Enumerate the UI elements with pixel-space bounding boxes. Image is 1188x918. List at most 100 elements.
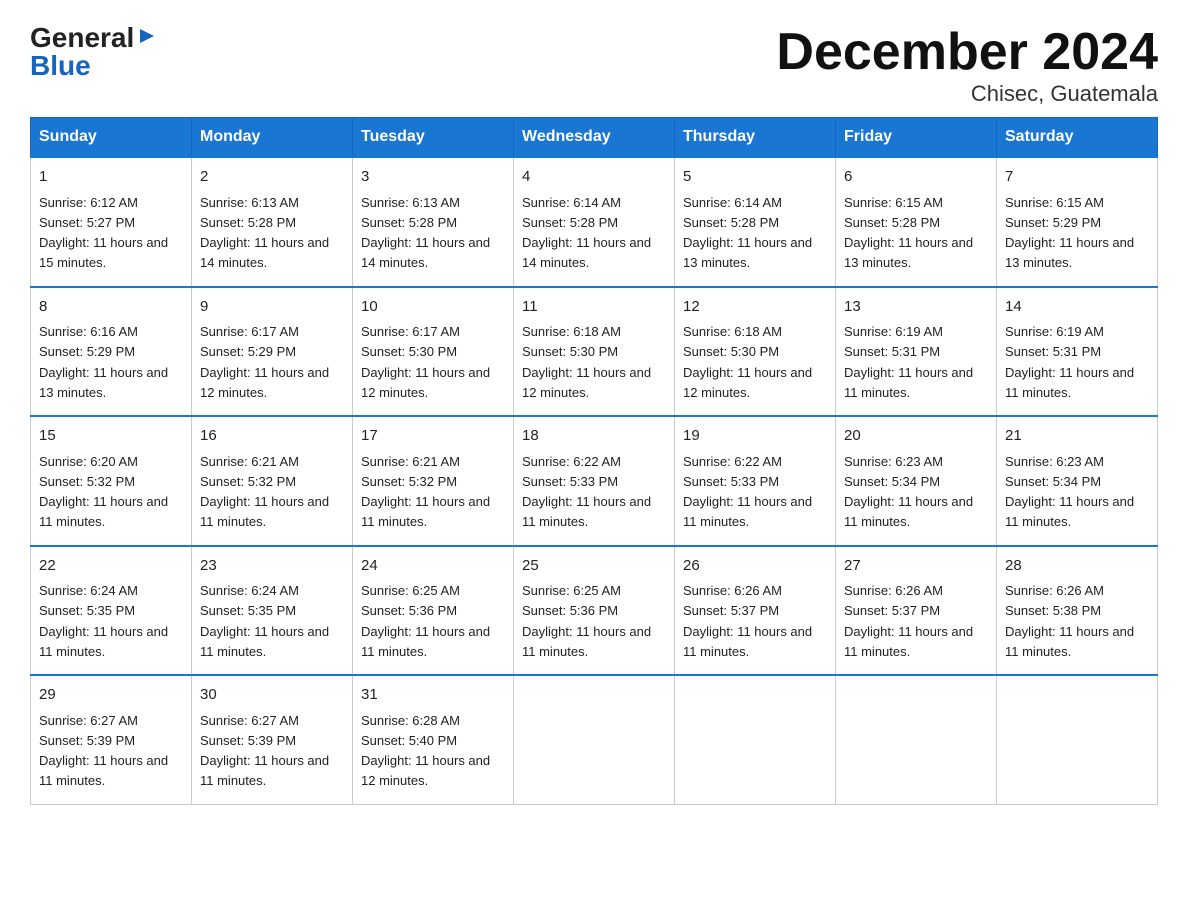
day-number: 31 xyxy=(361,684,505,707)
day-info: Sunrise: 6:16 AMSunset: 5:29 PMDaylight:… xyxy=(39,324,168,400)
day-number: 19 xyxy=(683,425,827,448)
day-info: Sunrise: 6:14 AMSunset: 5:28 PMDaylight:… xyxy=(522,195,651,271)
day-number: 29 xyxy=(39,684,183,707)
col-saturday: Saturday xyxy=(997,118,1158,158)
day-number: 18 xyxy=(522,425,666,448)
calendar-cell: 4 Sunrise: 6:14 AMSunset: 5:28 PMDayligh… xyxy=(514,157,675,287)
day-info: Sunrise: 6:26 AMSunset: 5:37 PMDaylight:… xyxy=(683,583,812,659)
calendar-cell: 24 Sunrise: 6:25 AMSunset: 5:36 PMDaylig… xyxy=(353,546,514,676)
day-number: 30 xyxy=(200,684,344,707)
calendar-cell xyxy=(514,675,675,804)
day-number: 12 xyxy=(683,296,827,319)
day-info: Sunrise: 6:25 AMSunset: 5:36 PMDaylight:… xyxy=(361,583,490,659)
day-info: Sunrise: 6:26 AMSunset: 5:38 PMDaylight:… xyxy=(1005,583,1134,659)
day-number: 16 xyxy=(200,425,344,448)
day-number: 4 xyxy=(522,166,666,189)
calendar-cell: 22 Sunrise: 6:24 AMSunset: 5:35 PMDaylig… xyxy=(31,546,192,676)
calendar-cell: 23 Sunrise: 6:24 AMSunset: 5:35 PMDaylig… xyxy=(192,546,353,676)
calendar-cell: 19 Sunrise: 6:22 AMSunset: 5:33 PMDaylig… xyxy=(675,416,836,546)
day-number: 5 xyxy=(683,166,827,189)
calendar-cell: 1 Sunrise: 6:12 AMSunset: 5:27 PMDayligh… xyxy=(31,157,192,287)
day-info: Sunrise: 6:26 AMSunset: 5:37 PMDaylight:… xyxy=(844,583,973,659)
calendar-cell: 15 Sunrise: 6:20 AMSunset: 5:32 PMDaylig… xyxy=(31,416,192,546)
day-number: 27 xyxy=(844,555,988,578)
calendar-cell: 11 Sunrise: 6:18 AMSunset: 5:30 PMDaylig… xyxy=(514,287,675,417)
calendar-cell: 3 Sunrise: 6:13 AMSunset: 5:28 PMDayligh… xyxy=(353,157,514,287)
col-thursday: Thursday xyxy=(675,118,836,158)
day-number: 7 xyxy=(1005,166,1149,189)
day-info: Sunrise: 6:13 AMSunset: 5:28 PMDaylight:… xyxy=(200,195,329,271)
calendar-cell: 9 Sunrise: 6:17 AMSunset: 5:29 PMDayligh… xyxy=(192,287,353,417)
day-number: 6 xyxy=(844,166,988,189)
day-number: 1 xyxy=(39,166,183,189)
calendar-cell: 30 Sunrise: 6:27 AMSunset: 5:39 PMDaylig… xyxy=(192,675,353,804)
calendar-table: Sunday Monday Tuesday Wednesday Thursday… xyxy=(30,117,1158,805)
calendar-cell xyxy=(997,675,1158,804)
calendar-cell: 31 Sunrise: 6:28 AMSunset: 5:40 PMDaylig… xyxy=(353,675,514,804)
day-number: 3 xyxy=(361,166,505,189)
day-info: Sunrise: 6:18 AMSunset: 5:30 PMDaylight:… xyxy=(522,324,651,400)
day-info: Sunrise: 6:23 AMSunset: 5:34 PMDaylight:… xyxy=(1005,454,1134,530)
day-info: Sunrise: 6:20 AMSunset: 5:32 PMDaylight:… xyxy=(39,454,168,530)
page-header: General Blue December 2024 Chisec, Guate… xyxy=(30,24,1158,107)
day-info: Sunrise: 6:19 AMSunset: 5:31 PMDaylight:… xyxy=(1005,324,1134,400)
day-info: Sunrise: 6:14 AMSunset: 5:28 PMDaylight:… xyxy=(683,195,812,271)
day-info: Sunrise: 6:21 AMSunset: 5:32 PMDaylight:… xyxy=(361,454,490,530)
calendar-cell: 17 Sunrise: 6:21 AMSunset: 5:32 PMDaylig… xyxy=(353,416,514,546)
calendar-cell: 2 Sunrise: 6:13 AMSunset: 5:28 PMDayligh… xyxy=(192,157,353,287)
logo-triangle-icon xyxy=(136,25,158,47)
day-info: Sunrise: 6:17 AMSunset: 5:29 PMDaylight:… xyxy=(200,324,329,400)
day-info: Sunrise: 6:25 AMSunset: 5:36 PMDaylight:… xyxy=(522,583,651,659)
logo-general-text: General xyxy=(30,24,134,52)
logo-blue-text: Blue xyxy=(30,52,91,80)
day-number: 22 xyxy=(39,555,183,578)
day-number: 25 xyxy=(522,555,666,578)
day-info: Sunrise: 6:18 AMSunset: 5:30 PMDaylight:… xyxy=(683,324,812,400)
calendar-cell: 8 Sunrise: 6:16 AMSunset: 5:29 PMDayligh… xyxy=(31,287,192,417)
calendar-week-4: 22 Sunrise: 6:24 AMSunset: 5:35 PMDaylig… xyxy=(31,546,1158,676)
col-monday: Monday xyxy=(192,118,353,158)
calendar-cell: 13 Sunrise: 6:19 AMSunset: 5:31 PMDaylig… xyxy=(836,287,997,417)
day-number: 26 xyxy=(683,555,827,578)
day-info: Sunrise: 6:23 AMSunset: 5:34 PMDaylight:… xyxy=(844,454,973,530)
calendar-cell: 16 Sunrise: 6:21 AMSunset: 5:32 PMDaylig… xyxy=(192,416,353,546)
calendar-cell: 10 Sunrise: 6:17 AMSunset: 5:30 PMDaylig… xyxy=(353,287,514,417)
day-number: 20 xyxy=(844,425,988,448)
calendar-cell: 21 Sunrise: 6:23 AMSunset: 5:34 PMDaylig… xyxy=(997,416,1158,546)
day-number: 28 xyxy=(1005,555,1149,578)
calendar-cell: 29 Sunrise: 6:27 AMSunset: 5:39 PMDaylig… xyxy=(31,675,192,804)
calendar-cell: 6 Sunrise: 6:15 AMSunset: 5:28 PMDayligh… xyxy=(836,157,997,287)
day-info: Sunrise: 6:27 AMSunset: 5:39 PMDaylight:… xyxy=(39,713,168,789)
day-info: Sunrise: 6:12 AMSunset: 5:27 PMDaylight:… xyxy=(39,195,168,271)
calendar-cell xyxy=(675,675,836,804)
day-info: Sunrise: 6:17 AMSunset: 5:30 PMDaylight:… xyxy=(361,324,490,400)
day-info: Sunrise: 6:13 AMSunset: 5:28 PMDaylight:… xyxy=(361,195,490,271)
calendar-cell: 7 Sunrise: 6:15 AMSunset: 5:29 PMDayligh… xyxy=(997,157,1158,287)
day-info: Sunrise: 6:27 AMSunset: 5:39 PMDaylight:… xyxy=(200,713,329,789)
col-friday: Friday xyxy=(836,118,997,158)
day-info: Sunrise: 6:24 AMSunset: 5:35 PMDaylight:… xyxy=(200,583,329,659)
day-info: Sunrise: 6:15 AMSunset: 5:29 PMDaylight:… xyxy=(1005,195,1134,271)
calendar-week-5: 29 Sunrise: 6:27 AMSunset: 5:39 PMDaylig… xyxy=(31,675,1158,804)
day-number: 8 xyxy=(39,296,183,319)
calendar-body: 1 Sunrise: 6:12 AMSunset: 5:27 PMDayligh… xyxy=(31,157,1158,804)
day-info: Sunrise: 6:21 AMSunset: 5:32 PMDaylight:… xyxy=(200,454,329,530)
col-wednesday: Wednesday xyxy=(514,118,675,158)
day-number: 11 xyxy=(522,296,666,319)
day-info: Sunrise: 6:19 AMSunset: 5:31 PMDaylight:… xyxy=(844,324,973,400)
day-number: 13 xyxy=(844,296,988,319)
day-number: 21 xyxy=(1005,425,1149,448)
day-number: 10 xyxy=(361,296,505,319)
calendar-week-2: 8 Sunrise: 6:16 AMSunset: 5:29 PMDayligh… xyxy=(31,287,1158,417)
calendar-week-1: 1 Sunrise: 6:12 AMSunset: 5:27 PMDayligh… xyxy=(31,157,1158,287)
day-info: Sunrise: 6:22 AMSunset: 5:33 PMDaylight:… xyxy=(683,454,812,530)
day-info: Sunrise: 6:15 AMSunset: 5:28 PMDaylight:… xyxy=(844,195,973,271)
col-sunday: Sunday xyxy=(31,118,192,158)
calendar-cell: 12 Sunrise: 6:18 AMSunset: 5:30 PMDaylig… xyxy=(675,287,836,417)
day-number: 9 xyxy=(200,296,344,319)
calendar-week-3: 15 Sunrise: 6:20 AMSunset: 5:32 PMDaylig… xyxy=(31,416,1158,546)
calendar-cell: 20 Sunrise: 6:23 AMSunset: 5:34 PMDaylig… xyxy=(836,416,997,546)
day-info: Sunrise: 6:24 AMSunset: 5:35 PMDaylight:… xyxy=(39,583,168,659)
day-number: 2 xyxy=(200,166,344,189)
calendar-cell: 26 Sunrise: 6:26 AMSunset: 5:37 PMDaylig… xyxy=(675,546,836,676)
